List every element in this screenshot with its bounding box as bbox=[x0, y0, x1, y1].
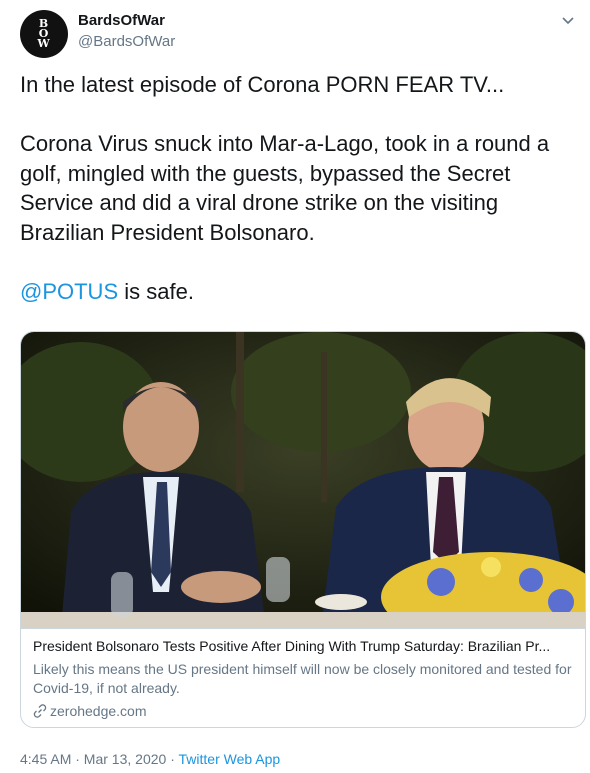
card-image bbox=[21, 332, 585, 628]
link-icon bbox=[33, 704, 47, 718]
card-domain-text: zerohedge.com bbox=[50, 703, 147, 719]
card-body: President Bolsonaro Tests Positive After… bbox=[21, 628, 585, 719]
tweet-suffix: is safe. bbox=[118, 278, 194, 304]
source-app-link[interactable]: Twitter Web App bbox=[179, 751, 281, 767]
chevron-down-icon[interactable] bbox=[560, 12, 576, 28]
avatar[interactable]: B O W bbox=[20, 10, 68, 58]
tweet-timestamp[interactable]: 4:45 AM · Mar 13, 2020 · bbox=[20, 751, 179, 767]
avatar-letter: W bbox=[37, 37, 51, 50]
author-name[interactable]: BardsOfWar bbox=[78, 12, 165, 29]
author-handle[interactable]: @BardsOfWar bbox=[78, 33, 175, 50]
card-description: Likely this means the US president himse… bbox=[33, 661, 572, 696]
tweet-meta: 4:45 AM · Mar 13, 2020 · Twitter Web App bbox=[20, 751, 280, 767]
tweet-line: In the latest episode of Corona PORN FEA… bbox=[20, 72, 505, 97]
link-card[interactable]: President Bolsonaro Tests Positive After… bbox=[20, 331, 586, 728]
card-title[interactable]: President Bolsonaro Tests Positive After… bbox=[33, 638, 573, 654]
tweet-paragraph: Corona Virus snuck into Mar-a-Lago, took… bbox=[20, 131, 556, 245]
card-domain[interactable]: zerohedge.com bbox=[33, 703, 147, 719]
mention-link[interactable]: @POTUS bbox=[20, 279, 118, 304]
tweet-text: In the latest episode of Corona PORN FEA… bbox=[20, 70, 580, 306]
